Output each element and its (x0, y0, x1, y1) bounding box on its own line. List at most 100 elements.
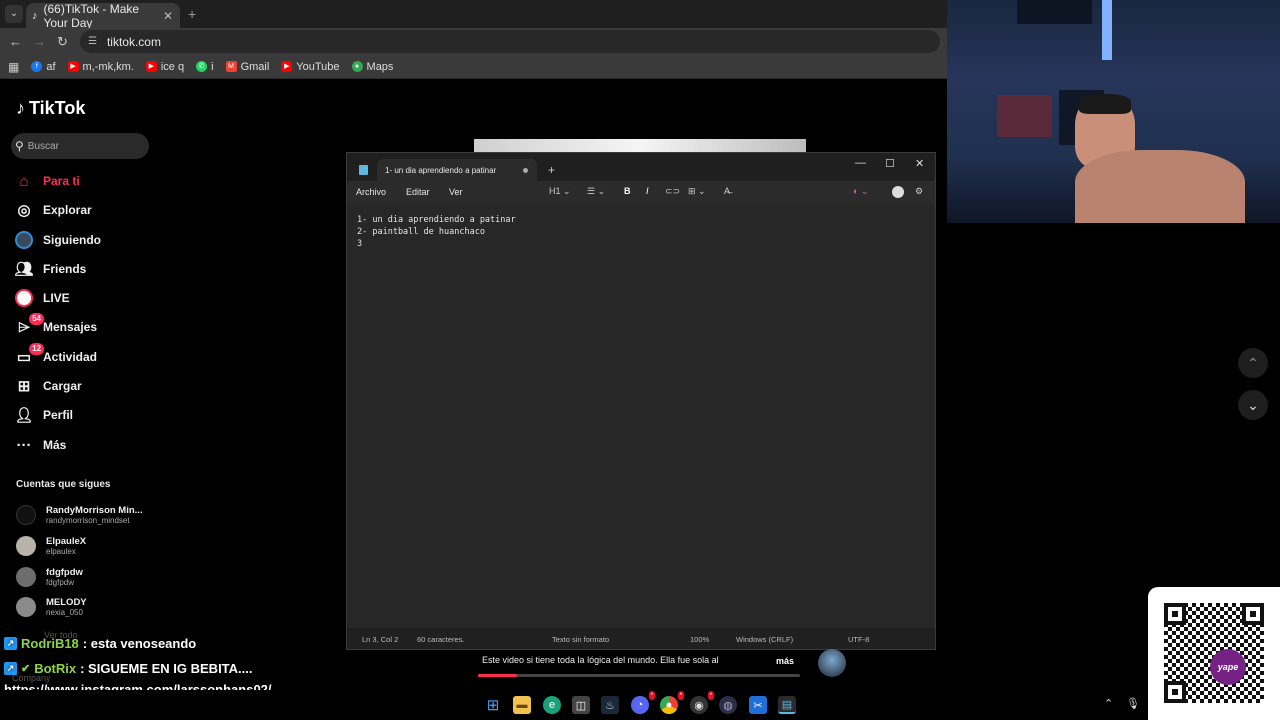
compass-icon: ◎ (17, 202, 31, 219)
obs-icon[interactable]: ◉ • (690, 691, 714, 714)
minimize-icon[interactable]: — (855, 157, 866, 169)
qr-finder-pattern (1242, 603, 1264, 625)
following-account[interactable]: ElpauleX elpaulex (16, 532, 146, 560)
next-video-icon[interactable]: ⌄ (1238, 390, 1268, 420)
caption-more-button[interactable]: más (776, 656, 794, 666)
clear-format-icon[interactable]: A̶ (724, 186, 730, 196)
account-icon[interactable] (892, 186, 904, 198)
webcam-person-body (1075, 150, 1245, 223)
store-icon[interactable]: ◫ (572, 696, 590, 714)
chat-message: ↗ RodriB18 : esta venoseando (4, 636, 196, 651)
tray-chevron-icon[interactable]: ⌃ (1104, 697, 1113, 710)
nav-friends[interactable]: 👥︎ Friends (14, 257, 144, 281)
back-arrow-icon[interactable]: ← (9, 34, 22, 49)
copilot-icon[interactable]: ◐ ⌄ (853, 186, 868, 197)
notification-badge-icon: • (677, 691, 684, 700)
avatar (16, 597, 36, 617)
bookmarks-bar: ▦ f af ▶ m,-mk,km. ▶ ice q ✆ i M Gmail ▶ YouTu… (0, 55, 947, 79)
following-account[interactable]: fdgfpdw fdgfpdw (16, 563, 146, 591)
nav-explorar[interactable]: ◎ Explorar (14, 198, 144, 222)
file-explorer-icon[interactable]: ▬ (513, 696, 531, 714)
verified-bot-icon: ✔ (21, 663, 31, 675)
bold-icon[interactable]: B (624, 186, 631, 196)
video-caption: Este video si tiene toda la lógica del m… (482, 655, 719, 665)
tiktok-logo[interactable]: ♪ TikTok (16, 98, 85, 119)
apps-grid-icon[interactable]: ▦ (8, 60, 19, 74)
menu-archivo[interactable]: Archivo (356, 187, 386, 197)
discord-icon[interactable]: ◔ • (631, 691, 655, 714)
bookmark-youtube[interactable]: ▶ YouTube (281, 61, 340, 73)
following-account[interactable]: RandyMorrison Min... randymorrison_mindse… (16, 501, 146, 529)
bookmark-gmail[interactable]: M Gmail (225, 61, 269, 73)
bookmark-m-mk-km[interactable]: ▶ m,-mk,km. (67, 61, 134, 73)
notepad-new-tab-button[interactable]: + (548, 163, 555, 177)
site-info-icon[interactable]: ☰ (88, 36, 97, 47)
search-input[interactable]: ⚲ Buscar (11, 133, 149, 159)
notepad-taskbar-icon[interactable]: ▤ (778, 696, 796, 714)
activity-icon: ▭ 12 (14, 343, 44, 367)
nav-perfil[interactable]: 👤︎ Perfil (14, 403, 144, 427)
nav-actividad[interactable]: ▭ 12 Actividad (14, 343, 144, 369)
nav-mensajes[interactable]: ⌲ 54 Mensajes (14, 313, 144, 339)
kick-icon: ↗ (4, 662, 17, 675)
forward-arrow-icon[interactable]: → (33, 34, 46, 49)
notepad-statusbar: Ln 3, Col 2 60 caracteres. Texto sin for… (347, 629, 935, 649)
edge-icon[interactable]: e (543, 696, 561, 714)
following-avatar-icon (14, 230, 34, 250)
address-bar[interactable]: ☰ tiktok.com (80, 30, 940, 53)
search-icon: ⚲ (15, 139, 24, 153)
nav-live[interactable]: LIVE (14, 286, 144, 310)
microphone-icon[interactable]: 🎙︎ (1126, 697, 1140, 710)
steam-icon[interactable]: ♨ (601, 696, 619, 714)
gmail-icon: M (225, 61, 237, 72)
new-tab-button[interactable]: + (188, 6, 196, 22)
whatsapp-icon: ✆ (196, 61, 208, 72)
windows-start-icon[interactable]: ⊞ (484, 696, 502, 714)
nav-para-ti[interactable]: ⌂ Para ti (14, 169, 144, 193)
heading-dropdown[interactable]: H1 ⌄ (549, 186, 571, 197)
encoding[interactable]: UTF-8 (848, 635, 869, 644)
chrome-icon[interactable]: ● • (660, 691, 684, 714)
avatar (16, 567, 36, 587)
zoom-level[interactable]: 100% (690, 635, 709, 644)
webcam-light-shape (1102, 0, 1112, 60)
text-line: 3 (357, 239, 363, 249)
cursor-position[interactable]: Ln 3, Col 2 (362, 635, 398, 644)
close-icon[interactable]: ✕ (163, 9, 173, 23)
line-endings[interactable]: Windows (CRLF) (736, 635, 793, 644)
nav-mas[interactable]: ··· Más (14, 433, 144, 457)
table-icon[interactable]: ⊞ ⌄ (688, 186, 706, 197)
browser-tab[interactable]: ♪ (66)TikTok - Make Your Day ✕ (26, 2, 180, 30)
bookmark-i[interactable]: ✆ i (196, 61, 214, 73)
character-count: 60 caracteres. (417, 635, 465, 644)
settings-gear-icon[interactable]: ⚙ (915, 186, 923, 197)
list-icon[interactable]: ☰ ⌄ (587, 186, 605, 197)
notepad-tab[interactable]: 1- un dia aprendiendo a patinar (377, 159, 537, 181)
close-icon[interactable]: ✕ (915, 157, 924, 170)
bookmark-ice-q[interactable]: ▶ ice q (145, 61, 184, 73)
menu-editar[interactable]: Editar (406, 187, 430, 197)
following-account[interactable]: MELODY nexia_050 (16, 593, 146, 621)
snipping-tool-icon[interactable]: ✂ (749, 696, 767, 714)
notepad-editor[interactable]: 1- un dia aprendiendo a patinar 2- paint… (347, 203, 935, 628)
avatar (16, 536, 36, 556)
video-progress-bar[interactable] (478, 674, 800, 677)
maximize-icon[interactable]: ☐ (885, 157, 895, 170)
friends-icon: 👥︎ (14, 261, 34, 278)
tiktok-note-icon: ♪ (16, 98, 25, 118)
link-icon[interactable]: ⊂⊃ (665, 186, 680, 197)
avatar (16, 505, 36, 525)
italic-icon[interactable]: I (646, 186, 649, 196)
menu-ver[interactable]: Ver (449, 187, 463, 197)
tab-search-button[interactable]: ⌄ (5, 5, 23, 23)
previous-video-icon[interactable]: ⌃ (1238, 348, 1268, 378)
nav-cargar[interactable]: ⊞ Cargar (14, 374, 144, 398)
reload-icon[interactable]: ↻ (57, 34, 68, 50)
text-format[interactable]: Texto sin formato (552, 635, 609, 644)
notepad-window: 1- un dia aprendiendo a patinar + — ☐ ✕ … (346, 152, 936, 650)
nav-siguiendo[interactable]: Siguiendo (14, 228, 144, 252)
bookmark-maps[interactable]: ● Maps (351, 61, 393, 73)
bookmark-af[interactable]: f af (31, 61, 56, 73)
creator-avatar[interactable] (818, 649, 846, 677)
app-icon[interactable]: ◍ (719, 696, 737, 714)
